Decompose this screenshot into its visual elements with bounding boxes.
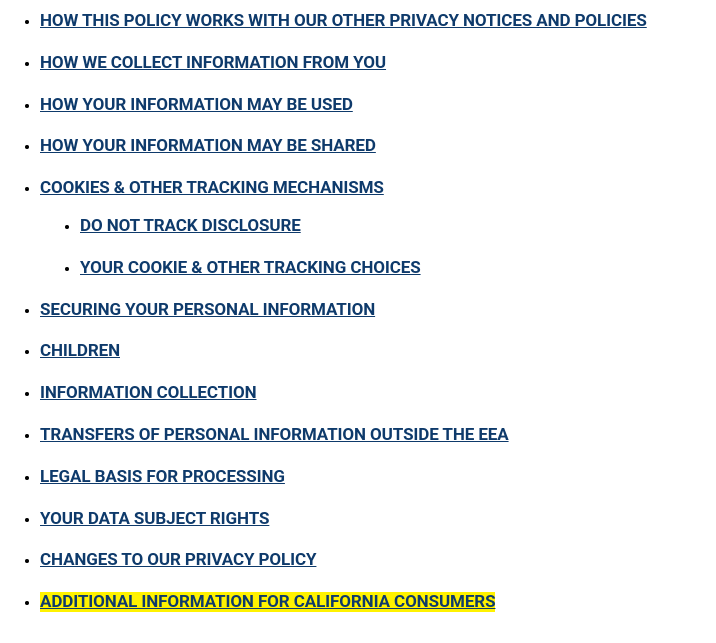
toc-item: COOKIES & OTHER TRACKING MECHANISMS DO NO… bbox=[40, 177, 716, 280]
toc-item: YOUR COOKIE & OTHER TRACKING CHOICES bbox=[80, 257, 716, 281]
toc-item: DO NOT TRACK DISCLOSURE bbox=[80, 215, 716, 239]
link-info-collection[interactable]: INFORMATION COLLECTION bbox=[40, 383, 257, 403]
link-how-we-collect[interactable]: HOW WE COLLECT INFORMATION FROM YOU bbox=[40, 53, 386, 73]
link-legal-basis[interactable]: LEGAL BASIS FOR PROCESSING bbox=[40, 467, 285, 487]
link-data-subject-rights[interactable]: YOUR DATA SUBJECT RIGHTS bbox=[40, 509, 269, 529]
toc-item: CHILDREN bbox=[40, 340, 716, 364]
link-do-not-track[interactable]: DO NOT TRACK DISCLOSURE bbox=[80, 216, 301, 236]
toc-item: LEGAL BASIS FOR PROCESSING bbox=[40, 466, 716, 490]
toc-item: YOUR DATA SUBJECT RIGHTS bbox=[40, 508, 716, 532]
link-california[interactable]: ADDITIONAL INFORMATION FOR CALIFORNIA CO… bbox=[40, 592, 495, 612]
link-transfers-eea[interactable]: TRANSFERS OF PERSONAL INFORMATION OUTSID… bbox=[40, 425, 509, 445]
toc-item: HOW YOUR INFORMATION MAY BE SHARED bbox=[40, 135, 716, 159]
toc-item: INFORMATION COLLECTION bbox=[40, 382, 716, 406]
toc-item: TRANSFERS OF PERSONAL INFORMATION OUTSID… bbox=[40, 424, 716, 448]
toc-item: ADDITIONAL INFORMATION FOR CALIFORNIA CO… bbox=[40, 591, 716, 615]
link-how-this-policy-works[interactable]: HOW THIS POLICY WORKS WITH OUR OTHER PRI… bbox=[40, 11, 647, 31]
toc-item: HOW YOUR INFORMATION MAY BE USED bbox=[40, 94, 716, 118]
link-how-info-shared[interactable]: HOW YOUR INFORMATION MAY BE SHARED bbox=[40, 136, 376, 156]
link-how-info-used[interactable]: HOW YOUR INFORMATION MAY BE USED bbox=[40, 95, 353, 115]
toc-item: HOW WE COLLECT INFORMATION FROM YOU bbox=[40, 52, 716, 76]
toc-item: HOW THIS POLICY WORKS WITH OUR OTHER PRI… bbox=[40, 10, 716, 34]
link-cookies[interactable]: COOKIES & OTHER TRACKING MECHANISMS bbox=[40, 178, 384, 198]
link-cookie-choices[interactable]: YOUR COOKIE & OTHER TRACKING CHOICES bbox=[80, 258, 421, 278]
table-of-contents: HOW THIS POLICY WORKS WITH OUR OTHER PRI… bbox=[0, 10, 716, 615]
link-securing[interactable]: SECURING YOUR PERSONAL INFORMATION bbox=[40, 300, 375, 320]
toc-item: CHANGES TO OUR PRIVACY POLICY bbox=[40, 549, 716, 573]
toc-item: SECURING YOUR PERSONAL INFORMATION bbox=[40, 299, 716, 323]
toc-sublist: DO NOT TRACK DISCLOSURE YOUR COOKIE & OTH… bbox=[40, 215, 716, 281]
link-children[interactable]: CHILDREN bbox=[40, 341, 120, 361]
link-changes[interactable]: CHANGES TO OUR PRIVACY POLICY bbox=[40, 550, 316, 570]
